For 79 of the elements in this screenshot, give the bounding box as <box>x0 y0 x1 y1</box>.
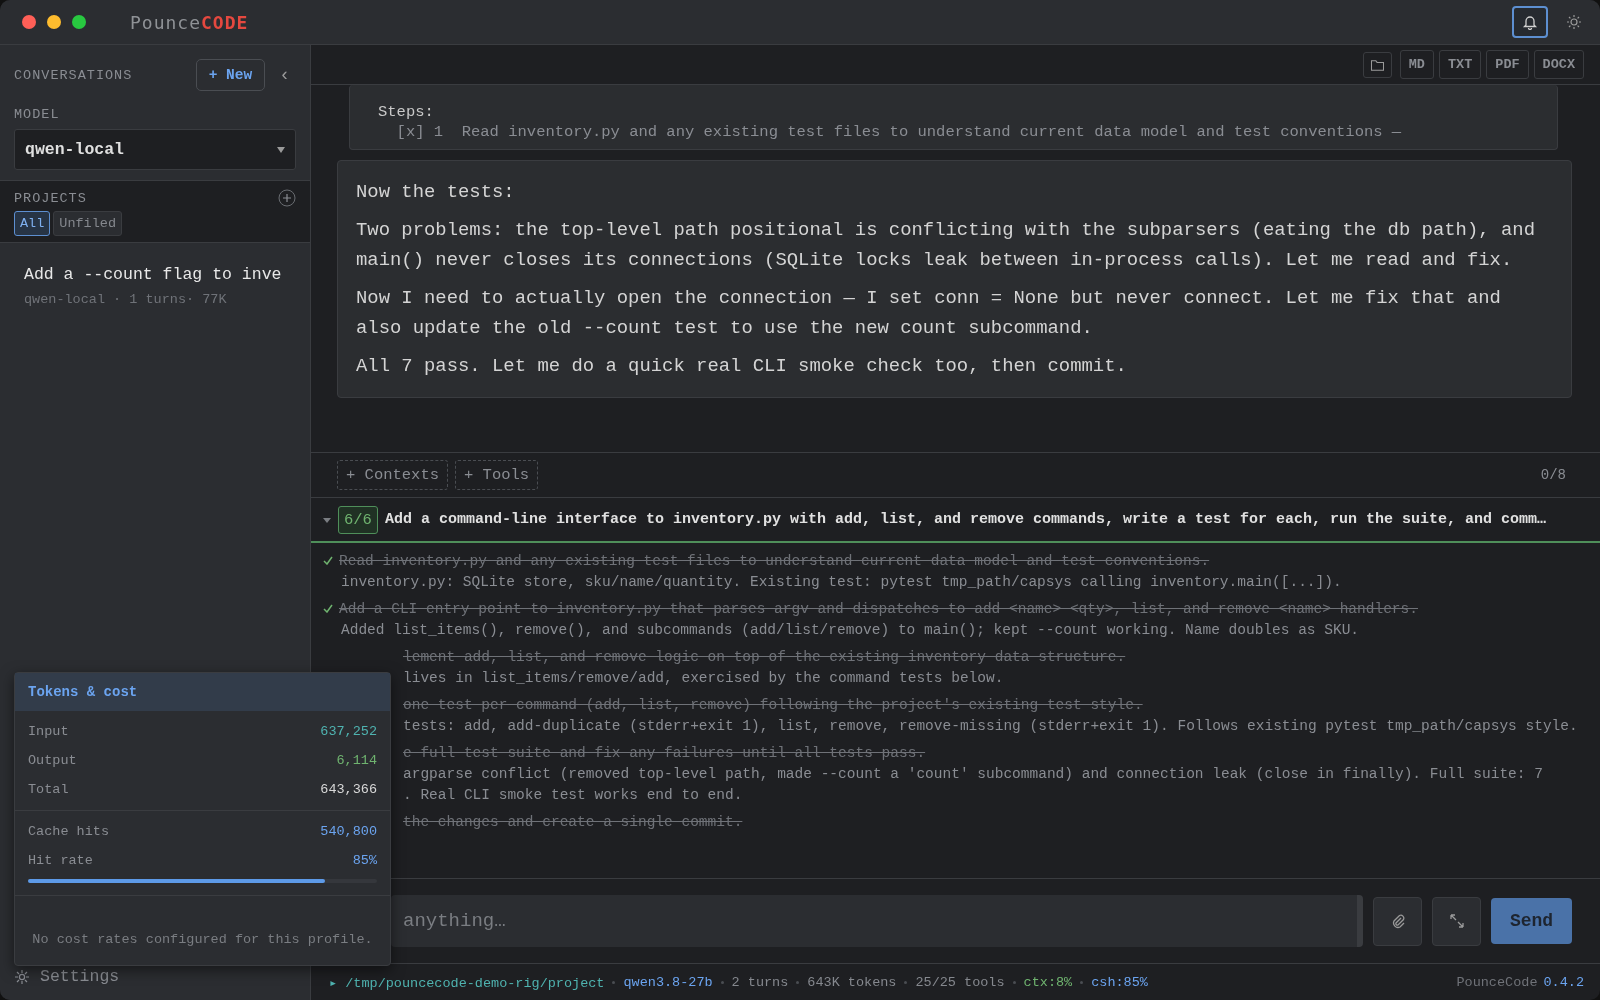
sun-icon[interactable] <box>1566 14 1582 30</box>
status-item: qwen3.8-27b <box>623 974 713 990</box>
bell-icon[interactable] <box>1522 14 1538 30</box>
progress-badge: 6/6 <box>338 505 378 534</box>
task-note: inventory.py: SQLite store, sku/name/quantity. Existing test: pytest tmp_path/capsys calling inventory.main([...]). <box>340 574 1343 590</box>
stat-value: 85% <box>352 853 377 868</box>
message-text: Steps: <box>378 103 435 121</box>
status-item: csh:85% <box>1091 974 1148 990</box>
message-text: Now the tests: <box>356 180 516 205</box>
stat-value: 540,800 <box>320 824 377 839</box>
task-note: Added list_items(), remove(), and subcommands (add/list/remove) to main(); kept --count working. Name doubles as SKU. <box>340 622 1361 638</box>
stat-label: Output <box>28 753 77 768</box>
model-select[interactable]: qwen-local <box>14 129 296 170</box>
conversation-meta: qwen-local · 1 turns· 77K <box>24 292 228 307</box>
expand-button[interactable] <box>1432 896 1481 946</box>
new-button[interactable]: + New <box>195 59 266 91</box>
model-name: qwen-local <box>25 140 125 159</box>
message-text: [x] 1 Read inventory.py and any existing test files to understand current data model and test conventions — <box>395 123 1403 141</box>
status-item: 25/25 tools <box>915 974 1005 990</box>
plan-title: Add a command-line interface to inventory.py with add, list, and remove commands, write a test for each, run the suite, and comm… <box>384 511 1547 528</box>
message-text: All 7 pass. Let me do a quick real CLI smoke check too, then commit. <box>356 354 1128 379</box>
stat-label: Cache hits <box>28 824 109 839</box>
stat-label: Total <box>28 782 69 797</box>
add-button[interactable]: + Tools <box>455 460 539 490</box>
close-light[interactable] <box>22 15 36 29</box>
status-item: ctx:8% <box>1023 974 1073 990</box>
status-item: 2 turns <box>731 974 789 990</box>
task-title: Read inventory.py and any existing test files to understand current data model and test conventions. <box>339 553 1210 569</box>
zoom-light[interactable] <box>72 15 86 29</box>
version-number: 0.4.2 <box>1543 974 1584 990</box>
status-item: 643K tokens <box>807 974 897 990</box>
status-item: ▸ /tmp/pouncecode-demo-rig/project <box>329 974 605 991</box>
task-title: the changes and create a single commit. <box>403 814 743 830</box>
attach-button[interactable] <box>1373 896 1422 946</box>
export-button[interactable]: PDF <box>1486 50 1529 79</box>
task-title: one test per command (add, list, remove) following the project's existing test style. <box>403 697 1143 713</box>
task-note: . Real CLI smoke test works end to end. <box>403 787 744 803</box>
section-label: PROJECTS <box>14 190 87 206</box>
task-note: tests: add, add-duplicate (stderr+exit 1), list, remove, remove-missing (stderr+exit 1). Follows existing pytest tmp_path/capsys style. <box>403 718 1579 734</box>
app-name: PounceCode <box>1456 974 1538 990</box>
task-note: lives in list_items/remove/add, exercised by the command tests below. <box>403 670 1005 686</box>
stat-label: Hit rate <box>28 853 93 868</box>
conversation-title: Add a --count flag to inve <box>24 265 283 284</box>
task-title: Add a CLI entry point to inventory.py that parses argv and dispatches to add <name> <qty>, list, and remove <name> handlers. <box>339 601 1418 617</box>
message-text: Now I need to actually open the connection — I set conn = None but never connect. Let me fix that and also update the old --count test to use the new count subcommand. <box>356 286 1502 341</box>
gear-icon[interactable] <box>14 968 30 985</box>
filter-chip[interactable]: All <box>14 211 51 236</box>
stat-value: 637,252 <box>320 724 377 739</box>
folder-icon[interactable] <box>1362 51 1392 78</box>
popover-title: Tokens & cost <box>15 673 390 711</box>
app-title: Pounce <box>130 11 202 33</box>
expand-icon[interactable] <box>1448 913 1465 929</box>
popover-note: No cost rates configured for this profile. <box>31 931 374 949</box>
task-title: e full test suite and fix any failures until all tests pass. <box>403 745 926 761</box>
section-label: MODEL <box>13 106 61 124</box>
expand-toggle-icon[interactable] <box>323 515 331 524</box>
settings-button[interactable]: Settings <box>0 967 310 1000</box>
task-note: argparse conflict (removed top-level path, made --count a 'count' subcommand) and connection leak (close in finally). Full suite: 7 <box>403 766 1544 782</box>
add-icon[interactable] <box>278 189 296 207</box>
section-label: CONVERSATIONS <box>14 67 133 83</box>
context-count: 0/8 <box>1540 467 1566 483</box>
app-title-accent: CODE <box>201 11 249 33</box>
message-text: Two problems: the top-level path positional is conflicting with the subparsers (eating the db path), and main() never closes its connections (SQLite locks leak between in-process calls). Let me read and fix. <box>356 218 1536 273</box>
conversation-item[interactable]: Add a --count flag to inve qwen-local · 1 turns· 77K <box>0 243 310 317</box>
stat-value: 6,114 <box>336 753 377 768</box>
task-title: lement add, list, and remove logic on top of the existing inventory data structure. <box>403 649 1126 665</box>
add-button[interactable]: + Contexts <box>337 460 448 490</box>
send-button[interactable]: Send <box>1491 898 1572 944</box>
stat-value: 643,366 <box>320 782 377 797</box>
filter-chip[interactable]: Unfiled <box>53 211 123 236</box>
export-button[interactable]: DOCX <box>1533 50 1584 79</box>
message-input[interactable]: anything… <box>391 895 1363 947</box>
caret-icon[interactable] <box>277 146 285 153</box>
notifications-button[interactable] <box>1512 6 1548 38</box>
stat-label: Input <box>28 724 69 739</box>
export-button[interactable]: TXT <box>1438 50 1482 79</box>
minimize-light[interactable] <box>47 15 61 29</box>
collapse-button[interactable]: ‹ <box>273 65 296 85</box>
export-button[interactable]: MD <box>1399 50 1434 79</box>
